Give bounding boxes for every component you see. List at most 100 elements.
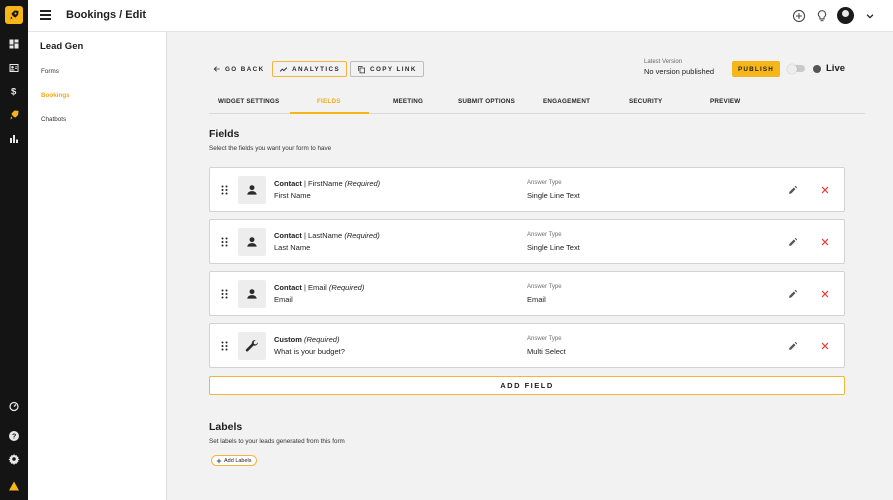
- sidebar-item-chatbots[interactable]: Chatbots: [41, 116, 66, 123]
- sidebar-item-forms[interactable]: Forms: [41, 68, 59, 75]
- field-required: (Required): [328, 283, 365, 292]
- edit-icon[interactable]: [788, 185, 798, 195]
- drag-handle-icon[interactable]: [221, 185, 228, 195]
- tab-meeting[interactable]: MEETING: [393, 98, 423, 105]
- field-name: What is your budget?: [274, 347, 345, 356]
- field-title: Custom (Required): [274, 335, 339, 344]
- field-name: Email: [274, 295, 293, 304]
- labels-section-title: Labels: [209, 421, 243, 433]
- go-back-label: GO BACK: [225, 65, 265, 73]
- tab-preview[interactable]: PREVIEW: [710, 98, 740, 105]
- field-row: Contact | FirstName (Required) First Nam…: [209, 167, 845, 212]
- version-label: Latest Version: [644, 59, 683, 65]
- delete-icon[interactable]: [820, 289, 830, 299]
- svg-text:?: ?: [12, 434, 16, 441]
- dollar-icon[interactable]: $: [0, 82, 28, 100]
- speedometer-icon[interactable]: [0, 397, 28, 415]
- field-row: Custom (Required) What is your budget? A…: [209, 323, 845, 368]
- page-title: Bookings / Edit: [66, 9, 147, 21]
- wrench-icon: [238, 332, 266, 360]
- menu-icon[interactable]: [40, 10, 51, 20]
- rocket-logo-icon[interactable]: [5, 6, 23, 24]
- main-content: GO BACK ANALYTICS COPY LINK Latest Versi…: [167, 32, 893, 500]
- person-icon: [238, 176, 266, 204]
- sidebar-title: Lead Gen: [40, 41, 84, 52]
- delete-icon[interactable]: [820, 237, 830, 247]
- plus-icon: [216, 458, 222, 463]
- field-category: Custom: [274, 335, 302, 344]
- field-key: LastName: [308, 231, 343, 240]
- tab-submit-options[interactable]: SUBMIT OPTIONS: [458, 98, 515, 105]
- analytics-label: ANALYTICS: [292, 65, 341, 73]
- field-title: Contact | Email (Required): [274, 283, 364, 292]
- version-value: No version published: [644, 67, 715, 76]
- answer-type-value: Single Line Text: [527, 243, 580, 252]
- labels-section-subtitle: Set labels to your leads generated from …: [209, 438, 345, 445]
- avatar[interactable]: [837, 7, 854, 24]
- drag-handle-icon[interactable]: [221, 237, 228, 247]
- tab-security[interactable]: SECURITY: [629, 98, 662, 105]
- lightbulb-icon[interactable]: [814, 8, 829, 23]
- field-name: Last Name: [274, 243, 311, 252]
- settings-icon[interactable]: [0, 450, 28, 468]
- field-category: Contact: [274, 231, 302, 240]
- edit-icon[interactable]: [788, 289, 798, 299]
- field-category: Contact: [274, 283, 302, 292]
- dashboard-icon[interactable]: [0, 35, 28, 53]
- analytics-button[interactable]: ANALYTICS: [272, 61, 348, 77]
- delete-icon[interactable]: [820, 185, 830, 195]
- live-status-dot: [813, 65, 821, 73]
- person-icon: [238, 280, 266, 308]
- person-icon: [238, 228, 266, 256]
- copy-icon: [358, 65, 365, 73]
- warning-icon[interactable]: [0, 477, 28, 495]
- add-field-button[interactable]: ADD FIELD: [209, 376, 845, 395]
- drag-handle-icon[interactable]: [221, 341, 228, 351]
- version-info: Latest Version No version published: [644, 59, 714, 76]
- delete-icon[interactable]: [820, 341, 830, 351]
- sidebar-item-bookings[interactable]: Bookings: [41, 92, 70, 99]
- tab-widget-settings[interactable]: WIDGET SETTINGS: [218, 98, 279, 105]
- tab-fields[interactable]: FIELDS: [317, 98, 341, 105]
- tab-bar: WIDGET SETTINGS FIELDS MEETING SUBMIT OP…: [209, 92, 865, 114]
- answer-type-label: Answer Type: [527, 180, 562, 186]
- tab-engagement[interactable]: ENGAGEMENT: [543, 98, 590, 105]
- trending-up-icon: [279, 66, 288, 72]
- field-key: Email: [308, 283, 327, 292]
- field-row: Contact | Email (Required) Email Answer …: [209, 271, 845, 316]
- edit-icon[interactable]: [788, 237, 798, 247]
- live-label: Live: [826, 63, 846, 74]
- chevron-down-icon[interactable]: [862, 8, 877, 23]
- field-category: Contact: [274, 179, 302, 188]
- copy-link-button[interactable]: COPY LINK: [350, 61, 424, 77]
- add-circle-icon[interactable]: [791, 8, 806, 23]
- field-title: Contact | FirstName (Required): [274, 179, 380, 188]
- answer-type-value: Multi Select: [527, 347, 566, 356]
- answer-type-label: Answer Type: [527, 284, 562, 290]
- add-labels-label: Add Labels: [224, 457, 252, 464]
- svg-text:$: $: [11, 87, 17, 98]
- fields-section-subtitle: Select the fields you want your form to …: [209, 145, 332, 152]
- secondary-sidebar: Lead Gen Forms Bookings Chatbots: [28, 32, 167, 500]
- answer-type-value: Email: [527, 295, 546, 304]
- edit-icon[interactable]: [788, 341, 798, 351]
- answer-type-label: Answer Type: [527, 232, 562, 238]
- contacts-icon[interactable]: [0, 59, 28, 77]
- rocket-icon[interactable]: [0, 106, 28, 124]
- field-required: (Required): [344, 179, 381, 188]
- top-header: Bookings / Edit: [28, 0, 893, 32]
- field-name: First Name: [274, 191, 311, 200]
- drag-handle-icon[interactable]: [221, 289, 228, 299]
- help-icon[interactable]: ?: [0, 427, 28, 445]
- copy-link-label: COPY LINK: [370, 65, 417, 73]
- answer-type-value: Single Line Text: [527, 191, 580, 200]
- go-back-button[interactable]: GO BACK: [211, 61, 267, 77]
- live-toggle[interactable]: [787, 63, 805, 74]
- publish-button[interactable]: PUBLISH: [732, 61, 781, 77]
- add-labels-button[interactable]: Add Labels: [211, 455, 257, 466]
- fields-section-title: Fields: [209, 128, 240, 140]
- bar-chart-icon[interactable]: [0, 130, 28, 148]
- field-row: Contact | LastName (Required) Last Name …: [209, 219, 845, 264]
- field-title: Contact | LastName (Required): [274, 231, 380, 240]
- app-rail: $ ?: [0, 0, 28, 500]
